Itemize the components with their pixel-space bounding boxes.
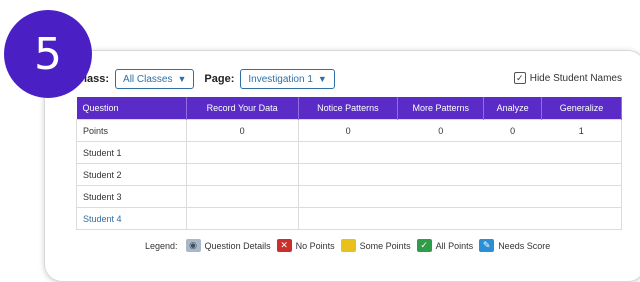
yellow-swatch-icon [340, 239, 356, 252]
table-row: Student 3 [76, 185, 622, 208]
points-label: Points [76, 119, 187, 142]
column-header: Record Your Data [186, 97, 299, 120]
column-header: Analyze [483, 97, 543, 120]
legend-label: Needs Score [498, 240, 551, 251]
score-cell [397, 207, 484, 230]
score-cell [397, 141, 484, 164]
caret-down-icon: ▼ [177, 74, 187, 84]
class-dropdown[interactable]: All Classes ▼ [115, 69, 195, 89]
points-cell: 0 [185, 119, 299, 142]
points-cell: 0 [397, 119, 484, 142]
points-cell: 0 [483, 119, 542, 142]
points-cell: 0 [298, 119, 398, 142]
column-header: Question [76, 97, 187, 120]
table-row: Student 4 [76, 207, 622, 230]
column-header: Notice Patterns [298, 97, 399, 120]
checkbox-checked-icon[interactable]: ✓ [513, 72, 526, 84]
page-dropdown[interactable]: Investigation 1 ▼ [240, 69, 335, 89]
score-cell [483, 163, 542, 186]
score-cell [483, 185, 542, 208]
legend-item-all-points: ✓ All Points [416, 239, 474, 252]
points-cell: 1 [541, 119, 622, 142]
scores-table: Question Record Your Data Notice Pattern… [76, 97, 622, 230]
page-dropdown-value: Investigation 1 [248, 73, 313, 85]
caret-down-icon: ▼ [317, 74, 327, 84]
student-name: Student 2 [76, 163, 187, 186]
step-number-badge: 5 [4, 10, 92, 98]
pencil-icon: ✎ [479, 239, 495, 252]
legend-item-no-points: ✕ No Points [276, 239, 335, 252]
score-cell [541, 185, 622, 208]
score-cell [541, 141, 622, 164]
score-cell [298, 185, 398, 208]
column-header: More Patterns [397, 97, 485, 120]
class-dropdown-value: All Classes [123, 73, 173, 85]
legend: Legend: ◉ Question Details ✕ No Points S… [145, 239, 556, 252]
score-cell [397, 163, 484, 186]
legend-item-question-details: ◉ Question Details [185, 239, 271, 252]
score-cell [185, 207, 299, 230]
points-row: Points 0 0 0 0 1 [76, 119, 622, 142]
x-icon: ✕ [276, 239, 292, 252]
legend-label: All Points [435, 240, 474, 251]
check-icon: ✓ [416, 239, 432, 252]
student-name-link[interactable]: Student 4 [76, 207, 187, 230]
score-cell [541, 207, 622, 230]
table-row: Student 2 [76, 163, 622, 186]
legend-label: Question Details [204, 240, 271, 251]
table-header-row: Question Record Your Data Notice Pattern… [76, 97, 622, 120]
score-cell [298, 141, 398, 164]
score-cell [483, 207, 542, 230]
hide-student-names-toggle[interactable]: ✓ Hide Student Names [513, 72, 622, 84]
score-cell [298, 163, 398, 186]
step-number: 5 [34, 28, 62, 80]
student-name: Student 1 [76, 141, 187, 164]
page-label: Page: [204, 73, 235, 85]
score-cell [483, 141, 542, 164]
eye-icon: ◉ [185, 239, 201, 252]
column-header: Generalize [541, 97, 622, 120]
filter-bar: Class: All Classes ▼ Page: Investigation… [76, 68, 335, 90]
legend-label: No Points [295, 240, 335, 251]
score-cell [185, 141, 299, 164]
hide-student-names-label: Hide Student Names [529, 72, 622, 84]
legend-title: Legend: [145, 240, 178, 251]
score-cell [298, 207, 398, 230]
legend-item-some-points: Some Points [340, 239, 411, 252]
score-cell [541, 163, 622, 186]
legend-item-needs-score: ✎ Needs Score [479, 239, 550, 252]
score-cell [185, 163, 299, 186]
score-cell [397, 185, 484, 208]
student-name: Student 3 [76, 185, 187, 208]
table-row: Student 1 [76, 141, 622, 164]
legend-label: Some Points [359, 240, 411, 251]
score-cell [185, 185, 299, 208]
